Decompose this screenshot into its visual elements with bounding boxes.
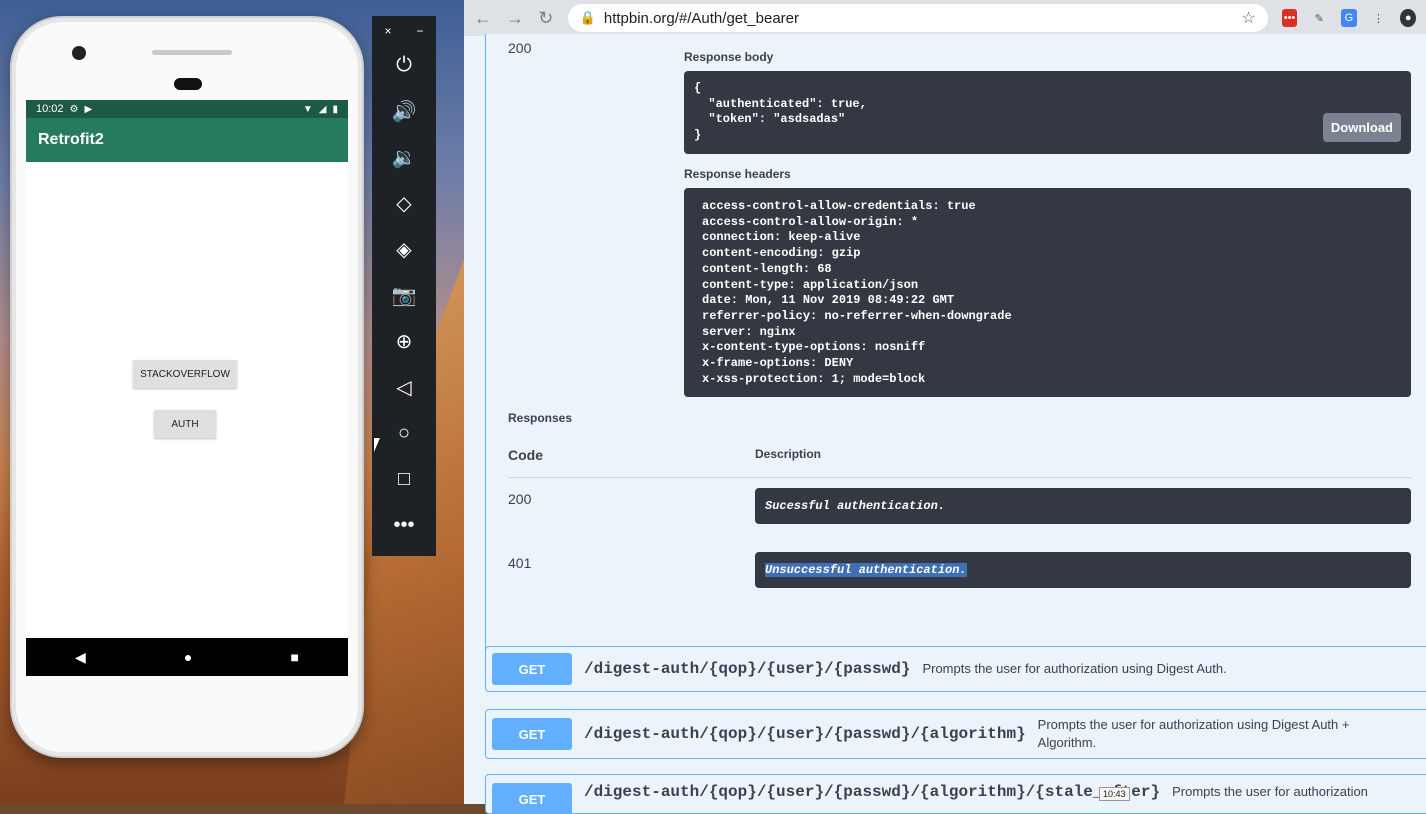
status-time: 10:02 <box>36 103 64 115</box>
response-row-description-text: Sucessful authentication. <box>765 499 946 513</box>
response-row-code: 401 <box>508 555 532 571</box>
status-bar: 10:02 ⚙ ▶ ▼ ◢ ▮ <box>26 100 348 118</box>
stackoverflow-button[interactable]: STACKOVERFLOW <box>133 360 237 388</box>
response-body-block: { "authenticated": true, "token": "asdsa… <box>684 71 1411 154</box>
get-method-badge[interactable]: GET <box>492 718 572 750</box>
forward-arrow-icon[interactable]: → <box>506 8 524 29</box>
minimize-icon[interactable]: − <box>416 24 423 42</box>
reload-icon[interactable]: ↻ <box>538 8 554 29</box>
url-text: httpbin.org/#/Auth/get_bearer <box>603 9 799 27</box>
response-body-label: Response body <box>684 50 774 64</box>
battery-icon: ▮ <box>332 103 338 115</box>
auth-button[interactable]: AUTH <box>154 410 216 438</box>
time-tooltip: 10:43 <box>1099 787 1130 801</box>
description-column-header: Description <box>755 447 822 461</box>
front-camera <box>72 46 86 60</box>
code-column-header: Code <box>508 447 543 463</box>
more-icon[interactable]: ••• <box>372 502 436 548</box>
wifi-icon: ▼ <box>302 103 313 115</box>
responses-divider <box>508 477 1411 478</box>
emulator-toolbar: × − ⏻ 🔊 🔉 ◇ ◈ 📷 ⊕ ◁ ○ □ ••• <box>372 16 436 556</box>
home-icon[interactable]: ○ <box>372 410 436 456</box>
android-nav-bar: ◀ ● ■ <box>26 638 348 676</box>
response-row-description-text-selected: Unsuccessful authentication. <box>765 563 967 577</box>
power-icon[interactable]: ⏻ <box>372 42 436 88</box>
endpoint-description: Prompts the user for authorization <box>1172 784 1368 799</box>
proximity-sensor <box>174 78 202 90</box>
endpoint-row[interactable]: GET /digest-auth/{qop}/{user}/{passwd}/{… <box>485 774 1426 814</box>
get-method-badge[interactable]: GET <box>492 653 572 685</box>
signal-icon: ◢ <box>318 103 327 115</box>
response-headers-label: Response headers <box>684 167 791 181</box>
extension-icon[interactable]: ••• <box>1281 9 1298 27</box>
response-row-description: Unsuccessful authentication. <box>755 552 1411 588</box>
response-code: 200 <box>508 40 532 56</box>
rotate-left-icon[interactable]: ◇ <box>372 180 436 226</box>
pen-icon[interactable]: ✎ <box>1311 9 1327 27</box>
response-headers-text: access-control-allow-credentials: true a… <box>702 199 1012 386</box>
address-bar[interactable]: 🔒 httpbin.org/#/Auth/get_bearer ☆ <box>567 4 1268 32</box>
phone-screen: 10:02 ⚙ ▶ ▼ ◢ ▮ Retrofit2 STACKOVERFLOW … <box>26 100 348 676</box>
volume-down-icon[interactable]: 🔉 <box>372 134 436 180</box>
back-icon[interactable]: ◁ <box>372 364 436 410</box>
endpoint-description: Prompts the user for authorization using… <box>922 661 1227 676</box>
app-content: STACKOVERFLOW AUTH <box>26 162 348 638</box>
rotate-right-icon[interactable]: ◈ <box>372 226 436 272</box>
endpoint-row[interactable]: GET /digest-auth/{qop}/{user}/{passwd}/{… <box>485 709 1426 759</box>
zoom-icon[interactable]: ⊕ <box>372 318 436 364</box>
get-method-badge[interactable]: GET <box>492 783 572 813</box>
response-row-code: 200 <box>508 491 532 507</box>
profile-icon[interactable]: ● <box>1400 9 1417 27</box>
response-row-description: Sucessful authentication. <box>755 488 1411 524</box>
android-emulator-phone: 10:02 ⚙ ▶ ▼ ◢ ▮ Retrofit2 STACKOVERFLOW … <box>10 16 364 758</box>
response-body-text: { "authenticated": true, "token": "asdsa… <box>694 81 867 143</box>
endpoint-path[interactable]: /digest-auth/{qop}/{user}/{passwd}/{algo… <box>584 783 1160 801</box>
translate-icon[interactable]: G <box>1341 9 1357 27</box>
download-button[interactable]: Download <box>1322 113 1401 142</box>
home-nav-icon[interactable]: ● <box>184 649 192 665</box>
camera-icon[interactable]: 📷 <box>372 272 436 318</box>
recents-nav-icon[interactable]: ■ <box>290 649 298 665</box>
get-bearer-operation: 200 Response body { "authenticated": tru… <box>485 34 1426 666</box>
volume-up-icon[interactable]: 🔊 <box>372 88 436 134</box>
responses-title: Responses <box>508 411 573 425</box>
back-nav-icon[interactable]: ◀ <box>75 649 86 666</box>
browser-window: ← → ↻ 🔒 httpbin.org/#/Auth/get_bearer ☆ … <box>464 0 1426 814</box>
overview-icon[interactable]: □ <box>372 456 436 502</box>
app-bar: Retrofit2 <box>26 118 348 162</box>
browser-toolbar: ← → ↻ 🔒 httpbin.org/#/Auth/get_bearer ☆ … <box>464 0 1426 36</box>
endpoint-path[interactable]: /digest-auth/{qop}/{user}/{passwd}/{algo… <box>584 725 1026 743</box>
play-icon: ▶ <box>84 103 93 115</box>
back-arrow-icon[interactable]: ← <box>474 8 492 29</box>
response-headers-block: access-control-allow-credentials: true a… <box>684 188 1411 397</box>
settings-icon: ⚙ <box>69 103 79 115</box>
swagger-page: 200 Response body { "authenticated": tru… <box>464 34 1426 814</box>
endpoint-description: Prompts the user for authorization using… <box>1037 717 1350 750</box>
endpoint-row[interactable]: GET /digest-auth/{qop}/{user}/{passwd} P… <box>485 646 1426 692</box>
bookmark-star-icon[interactable]: ☆ <box>1241 8 1255 28</box>
menu-icon[interactable]: ⋮ <box>1371 9 1387 27</box>
close-icon[interactable]: × <box>384 24 391 42</box>
endpoint-path[interactable]: /digest-auth/{qop}/{user}/{passwd} <box>584 660 910 678</box>
earpiece-speaker <box>152 50 232 55</box>
lock-icon: 🔒 <box>579 10 596 25</box>
app-title: Retrofit2 <box>38 131 104 148</box>
mouse-cursor <box>374 438 380 452</box>
